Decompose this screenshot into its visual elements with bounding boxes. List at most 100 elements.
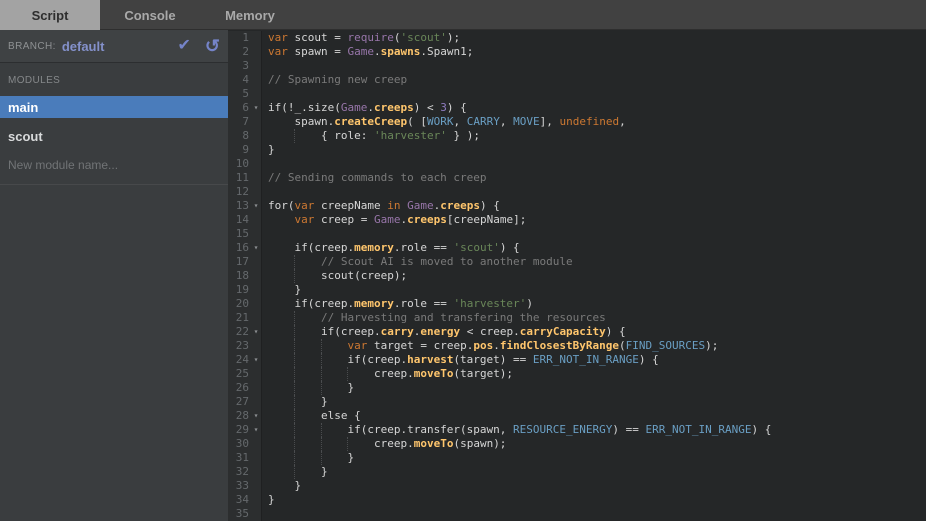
- gutter: 6▾: [228, 101, 262, 115]
- script-editor-window: ScriptConsoleMemory BRANCH: default ✔ ↺ …: [0, 0, 926, 521]
- indent-guide: [321, 367, 322, 381]
- fold-spacer: [251, 185, 261, 199]
- module-item-main[interactable]: main: [0, 96, 228, 118]
- line-number: 32: [228, 465, 251, 479]
- module-item-scout[interactable]: scout: [0, 125, 228, 147]
- code-line[interactable]: 9}: [228, 143, 926, 157]
- code-text: [262, 59, 926, 73]
- code-line[interactable]: 31 }: [228, 451, 926, 465]
- line-number: 16: [228, 241, 251, 255]
- code-line[interactable]: 32 }: [228, 465, 926, 479]
- code-line[interactable]: 23 var target = creep.pos.findClosestByR…: [228, 339, 926, 353]
- line-number: 3: [228, 59, 251, 73]
- code-line[interactable]: 5: [228, 87, 926, 101]
- code-text: // Sending commands to each creep: [262, 171, 926, 185]
- fold-spacer: [251, 297, 261, 311]
- line-number: 30: [228, 437, 251, 451]
- code-text: [262, 157, 926, 171]
- code-line[interactable]: 3: [228, 59, 926, 73]
- code-text: }: [262, 143, 926, 157]
- gutter: 4: [228, 73, 262, 87]
- code-line[interactable]: 24▾ if(creep.harvest(target) == ERR_NOT_…: [228, 353, 926, 367]
- code-text: var spawn = Game.spawns.Spawn1;: [262, 45, 926, 59]
- fold-arrow-icon[interactable]: ▾: [251, 101, 261, 115]
- fold-arrow-icon[interactable]: ▾: [251, 409, 261, 423]
- restore-icon[interactable]: ↺: [205, 37, 220, 55]
- sidebar-divider: [0, 184, 228, 185]
- code-line[interactable]: 1var scout = require('scout');: [228, 31, 926, 45]
- fold-arrow-icon[interactable]: ▾: [251, 325, 261, 339]
- code-line[interactable]: 13▾for(var creepName in Game.creeps) {: [228, 199, 926, 213]
- check-icon[interactable]: ✔: [178, 38, 191, 54]
- line-number: 18: [228, 269, 251, 283]
- code-text: if(creep.harvest(target) == ERR_NOT_IN_R…: [262, 353, 926, 367]
- tab-memory[interactable]: Memory: [200, 0, 300, 30]
- fold-arrow-icon[interactable]: ▾: [251, 423, 261, 437]
- line-number: 13: [228, 199, 251, 213]
- code-text: if(creep.transfer(spawn, RESOURCE_ENERGY…: [262, 423, 926, 437]
- fold-spacer: [251, 255, 261, 269]
- code-text: creep.moveTo(target);: [262, 367, 926, 381]
- code-text: }: [262, 493, 926, 507]
- code-area[interactable]: 1var scout = require('scout');2var spawn…: [228, 30, 926, 521]
- code-line[interactable]: 12: [228, 185, 926, 199]
- fold-arrow-icon[interactable]: ▾: [251, 353, 261, 367]
- fold-spacer: [251, 227, 261, 241]
- code-line[interactable]: 11// Sending commands to each creep: [228, 171, 926, 185]
- code-line[interactable]: 15: [228, 227, 926, 241]
- gutter: 10: [228, 157, 262, 171]
- gutter: 8: [228, 129, 262, 143]
- code-line[interactable]: 22▾ if(creep.carry.energy < creep.carryC…: [228, 325, 926, 339]
- code-line[interactable]: 8 { role: 'harvester' } );: [228, 129, 926, 143]
- line-number: 31: [228, 451, 251, 465]
- code-line[interactable]: 20 if(creep.memory.role == 'harvester'): [228, 297, 926, 311]
- branch-selector[interactable]: default: [62, 39, 164, 54]
- code-line[interactable]: 7 spawn.createCreep( [WORK, CARRY, MOVE]…: [228, 115, 926, 129]
- code-line[interactable]: 16▾ if(creep.memory.role == 'scout') {: [228, 241, 926, 255]
- gutter: 28▾: [228, 409, 262, 423]
- code-line[interactable]: 18 scout(creep);: [228, 269, 926, 283]
- code-text: }: [262, 479, 926, 493]
- fold-arrow-icon[interactable]: ▾: [251, 199, 261, 213]
- sidebar: BRANCH: default ✔ ↺ MODULES mainscout: [0, 30, 228, 521]
- code-line[interactable]: 26 }: [228, 381, 926, 395]
- code-line[interactable]: 30 creep.moveTo(spawn);: [228, 437, 926, 451]
- code-line[interactable]: 28▾ else {: [228, 409, 926, 423]
- tab-script[interactable]: Script: [0, 0, 100, 30]
- code-line[interactable]: 14 var creep = Game.creeps[creepName];: [228, 213, 926, 227]
- code-text: var creep = Game.creeps[creepName];: [262, 213, 926, 227]
- indent-guide: [294, 451, 295, 465]
- code-line[interactable]: 2var spawn = Game.spawns.Spawn1;: [228, 45, 926, 59]
- code-line[interactable]: 25 creep.moveTo(target);: [228, 367, 926, 381]
- line-number: 20: [228, 297, 251, 311]
- indent-guide: [321, 451, 322, 465]
- gutter: 13▾: [228, 199, 262, 213]
- code-text: }: [262, 451, 926, 465]
- code-line[interactable]: 10: [228, 157, 926, 171]
- code-line[interactable]: 29▾ if(creep.transfer(spawn, RESOURCE_EN…: [228, 423, 926, 437]
- code-line[interactable]: 21 // Harvesting and transfering the res…: [228, 311, 926, 325]
- gutter: 29▾: [228, 423, 262, 437]
- new-module-input[interactable]: [8, 158, 220, 172]
- tab-console[interactable]: Console: [100, 0, 200, 30]
- gutter: 5: [228, 87, 262, 101]
- code-line[interactable]: 6▾if(!_.size(Game.creeps) < 3) {: [228, 101, 926, 115]
- fold-spacer: [251, 213, 261, 227]
- line-number: 8: [228, 129, 251, 143]
- code-line[interactable]: 34}: [228, 493, 926, 507]
- code-line[interactable]: 17 // Scout AI is moved to another modul…: [228, 255, 926, 269]
- code-line[interactable]: 35: [228, 507, 926, 521]
- code-line[interactable]: 33 }: [228, 479, 926, 493]
- code-line[interactable]: 4// Spawning new creep: [228, 73, 926, 87]
- line-number: 1: [228, 31, 251, 45]
- line-number: 24: [228, 353, 251, 367]
- code-line[interactable]: 27 }: [228, 395, 926, 409]
- gutter: 32: [228, 465, 262, 479]
- indent-guide: [294, 129, 295, 143]
- indent-guide: [294, 381, 295, 395]
- indent-guide: [294, 353, 295, 367]
- code-line[interactable]: 19 }: [228, 283, 926, 297]
- line-number: 34: [228, 493, 251, 507]
- fold-arrow-icon[interactable]: ▾: [251, 241, 261, 255]
- line-number: 33: [228, 479, 251, 493]
